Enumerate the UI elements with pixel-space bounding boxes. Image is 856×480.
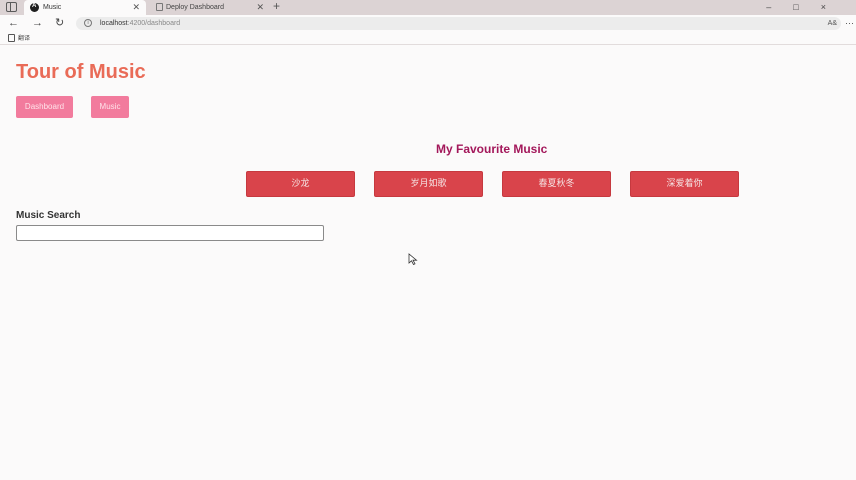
favourites-heading: My Favourite Music — [436, 142, 548, 156]
bookmark-translate[interactable]: 翻译 — [18, 33, 30, 42]
url-path: :4200/dashboard — [127, 20, 181, 27]
nav-music-button[interactable]: Music — [91, 96, 129, 118]
new-tab-button[interactable]: + — [273, 0, 280, 14]
window-controls[interactable]: –□× — [766, 0, 848, 15]
close-icon[interactable]: ✕ — [256, 0, 264, 15]
page-icon — [8, 34, 15, 42]
address-bar[interactable]: i localhost:4200/dashboard A& — [76, 17, 841, 30]
tab-deploy-dashboard[interactable]: Deploy Dashboard ✕ — [152, 0, 270, 15]
url-host: localhost — [100, 20, 128, 27]
music-search-input[interactable] — [16, 225, 324, 241]
settings-more-icon[interactable]: ⋯ — [845, 15, 854, 32]
back-icon[interactable]: ← — [8, 15, 19, 32]
favourite-music-button[interactable]: 春夏秋冬 — [502, 171, 611, 197]
close-icon[interactable]: ✕ — [132, 0, 140, 15]
nav-dashboard-button[interactable]: Dashboard — [16, 96, 73, 118]
forward-icon[interactable]: → — [32, 15, 43, 32]
tab-music[interactable]: Music ✕ — [24, 0, 146, 15]
tab-title: Music — [43, 4, 62, 11]
page-favicon-icon — [156, 3, 163, 11]
bookmarks-bar: 翻译 — [0, 32, 856, 45]
mouse-cursor-icon — [408, 253, 418, 265]
browser-tab-strip: Music ✕ Deploy Dashboard ✕ + –□× — [0, 0, 856, 15]
read-aloud-icon[interactable]: A& — [828, 17, 837, 30]
tab-actions-icon[interactable] — [6, 2, 17, 12]
favourite-music-button[interactable]: 岁月如歌 — [374, 171, 483, 197]
music-search-label: Music Search — [16, 210, 81, 221]
url-text[interactable]: localhost:4200/dashboard — [100, 17, 180, 30]
page-content: Tour of Music Dashboard Music My Favouri… — [0, 46, 856, 480]
angular-favicon-icon — [30, 0, 39, 14]
page-title: Tour of Music — [16, 61, 146, 83]
browser-toolbar: ← → ↻ i localhost:4200/dashboard A& ⋯ — [0, 15, 856, 32]
tab-title: Deploy Dashboard — [166, 4, 224, 11]
favourite-music-button[interactable]: 沙龙 — [246, 171, 355, 197]
favourite-music-button[interactable]: 深爱着你 — [630, 171, 739, 197]
info-icon[interactable]: i — [84, 19, 92, 27]
reload-icon[interactable]: ↻ — [55, 15, 64, 32]
